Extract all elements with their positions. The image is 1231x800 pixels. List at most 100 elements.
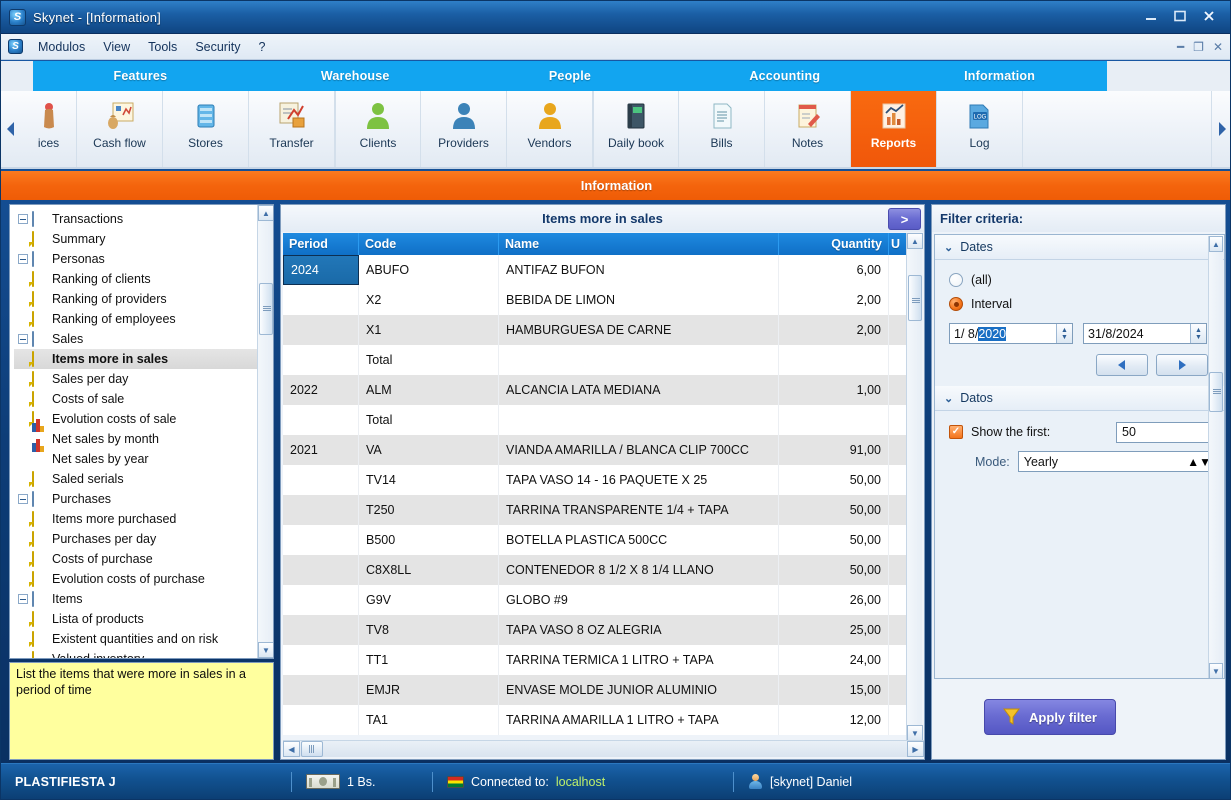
cell-period[interactable] <box>283 315 359 345</box>
ribbon-item-log[interactable]: LOG Log <box>937 91 1023 167</box>
table-row[interactable]: Total <box>283 345 907 375</box>
ribbon-item-vendors[interactable]: Vendors <box>507 91 593 167</box>
cell-unit[interactable] <box>889 435 907 465</box>
cell-period[interactable]: 2021 <box>283 435 359 465</box>
scroll-down-icon[interactable]: ▼ <box>1209 663 1223 678</box>
ribbon-tab-information[interactable]: Information <box>892 69 1107 83</box>
maximize-icon[interactable] <box>1173 9 1191 25</box>
cell-period[interactable] <box>283 555 359 585</box>
tree-node-net-sales-by-month[interactable]: Net sales by month <box>14 418 258 449</box>
mode-select[interactable]: Yearly ▲▼ <box>1017 451 1212 472</box>
tree-node-lista-of-products[interactable]: Lista of products <box>14 609 258 629</box>
tree-node-ranking-of-providers[interactable]: Ranking of providers <box>14 289 258 309</box>
ribbon-item-transfer[interactable]: Transfer <box>249 91 335 167</box>
scroll-down-icon[interactable]: ▼ <box>258 642 273 658</box>
table-row[interactable]: 2021 VA VIANDA AMARILLA / BLANCA CLIP 70… <box>283 435 907 465</box>
cell-code[interactable]: ALM <box>359 375 499 405</box>
cell-unit[interactable] <box>889 555 907 585</box>
cell-quantity[interactable]: 50,00 <box>779 495 889 525</box>
table-row[interactable]: C8X8LL CONTENEDOR 8 1/2 X 8 1/4 LLANO 50… <box>283 555 907 585</box>
filter-section-dates-header[interactable]: ⌄ Dates <box>935 235 1224 260</box>
collapse-box-icon[interactable] <box>16 592 30 606</box>
cell-quantity[interactable]: 12,00 <box>779 705 889 735</box>
tree-node-net-sales-by-year[interactable]: Net sales by year <box>14 438 258 469</box>
tree-node-items-more-in-sales[interactable]: Items more in sales <box>14 349 258 369</box>
cell-period[interactable] <box>283 525 359 555</box>
tree-node-ranking-of-employees[interactable]: Ranking of employees <box>14 309 258 329</box>
date-to-input[interactable]: 31/8/2024 ▲ ▼ <box>1083 323 1207 344</box>
cell-code[interactable]: T250 <box>359 495 499 525</box>
radio-option-all[interactable]: (all) <box>949 268 1212 292</box>
previous-period-button[interactable] <box>1096 354 1148 376</box>
tree-node-evolution-costs-of-sale[interactable]: Evolution costs of sale <box>14 409 258 429</box>
cell-code[interactable]: EMJR <box>359 675 499 705</box>
cell-code[interactable]: ABUFO <box>359 255 499 285</box>
apply-filter-button[interactable]: Apply filter <box>984 699 1116 735</box>
tree-node-purchases-per-day[interactable]: Purchases per day <box>14 529 258 549</box>
cell-name[interactable]: ENVASE MOLDE JUNIOR ALUMINIO <box>499 675 779 705</box>
spinner-up-icon[interactable]: ▲ <box>1061 327 1068 334</box>
tree-node-existent-quantities-and-on-risk[interactable]: Existent quantities and on risk <box>14 629 258 649</box>
minimize-icon[interactable] <box>1144 9 1162 25</box>
tree-node-transactions[interactable]: Transactions <box>14 209 258 229</box>
date-from-input[interactable]: 1/ 8/2020 ▲ ▼ <box>949 323 1073 344</box>
tree-node-ranking-of-clients[interactable]: Ranking of clients <box>14 269 258 289</box>
date-from-value[interactable]: 1/ 8/2020 <box>950 326 1056 341</box>
column-header-code[interactable]: Code <box>359 233 499 255</box>
cell-unit[interactable] <box>889 645 907 675</box>
cell-name[interactable]: BOTELLA PLASTICA 500CC <box>499 525 779 555</box>
ribbon-scroll-left-icon[interactable] <box>1 91 21 167</box>
tree-node-costs-of-sale[interactable]: Costs of sale <box>14 389 258 409</box>
scroll-thumb[interactable] <box>259 283 273 335</box>
close-icon[interactable] <box>1202 9 1220 25</box>
tree-node-valued-inventory[interactable]: Valued inventory <box>14 649 258 658</box>
next-period-button[interactable] <box>1156 354 1208 376</box>
cell-name[interactable]: VIANDA AMARILLA / BLANCA CLIP 700CC <box>499 435 779 465</box>
tree-node-sales[interactable]: Sales <box>14 329 258 349</box>
ribbon-tab-accounting[interactable]: Accounting <box>677 69 892 83</box>
cell-quantity[interactable]: 1,00 <box>779 375 889 405</box>
radio-option-interval[interactable]: Interval <box>949 292 1212 316</box>
cell-unit[interactable] <box>889 285 907 315</box>
ribbon-scroll-right-icon[interactable] <box>1212 91 1230 167</box>
cell-quantity[interactable]: 26,00 <box>779 585 889 615</box>
cell-unit[interactable] <box>889 405 907 435</box>
table-row[interactable]: Total <box>283 405 907 435</box>
column-header-name[interactable]: Name <box>499 233 779 255</box>
ribbon-item-bills[interactable]: Bills <box>679 91 765 167</box>
cell-period[interactable] <box>283 585 359 615</box>
cell-code[interactable]: VA <box>359 435 499 465</box>
cell-quantity[interactable] <box>779 345 889 375</box>
ribbon-tab-people[interactable]: People <box>463 69 678 83</box>
radio-all-icon[interactable] <box>949 273 963 287</box>
cell-unit[interactable] <box>889 315 907 345</box>
date-to-value[interactable]: 31/8/2024 <box>1084 327 1190 341</box>
tree-vertical-scrollbar[interactable]: ▲ ▼ <box>257 205 273 658</box>
table-row[interactable]: TV8 TAPA VASO 8 OZ ALEGRIA 25,00 <box>283 615 907 645</box>
table-row[interactable]: 2024 ABUFO ANTIFAZ BUFON 6,00 <box>283 255 907 285</box>
cell-unit[interactable] <box>889 675 907 705</box>
cell-code[interactable]: X2 <box>359 285 499 315</box>
cell-period[interactable] <box>283 405 359 435</box>
cell-name[interactable]: CONTENEDOR 8 1/2 X 8 1/4 LLANO <box>499 555 779 585</box>
tree-node-purchases[interactable]: Purchases <box>14 489 258 509</box>
menu-item-modulos[interactable]: Modulos <box>29 37 94 57</box>
cell-quantity[interactable]: 91,00 <box>779 435 889 465</box>
cell-name[interactable]: BEBIDA DE LIMON <box>499 285 779 315</box>
ribbon-item-reports[interactable]: Reports <box>851 91 937 167</box>
tree-node-summary[interactable]: Summary <box>14 229 258 249</box>
ribbon-item-clients[interactable]: Clients <box>335 91 421 167</box>
cell-name[interactable]: TARRINA TRANSPARENTE 1/4 + TAPA <box>499 495 779 525</box>
cell-name[interactable] <box>499 405 779 435</box>
cell-code[interactable]: B500 <box>359 525 499 555</box>
cell-unit[interactable] <box>889 495 907 525</box>
menu-item-tools[interactable]: Tools <box>139 37 186 57</box>
spinner-down-icon[interactable]: ▼ <box>1061 334 1068 341</box>
cell-quantity[interactable] <box>779 405 889 435</box>
ribbon-item-providers[interactable]: Providers <box>421 91 507 167</box>
ribbon-item-notes[interactable]: Notes <box>765 91 851 167</box>
collapse-box-icon[interactable] <box>16 332 30 346</box>
cell-code[interactable]: G9V <box>359 585 499 615</box>
mdi-minimize-icon[interactable]: ━ <box>1177 40 1184 54</box>
table-row[interactable]: TA1 TARRINA AMARILLA 1 LITRO + TAPA 12,0… <box>283 705 907 735</box>
